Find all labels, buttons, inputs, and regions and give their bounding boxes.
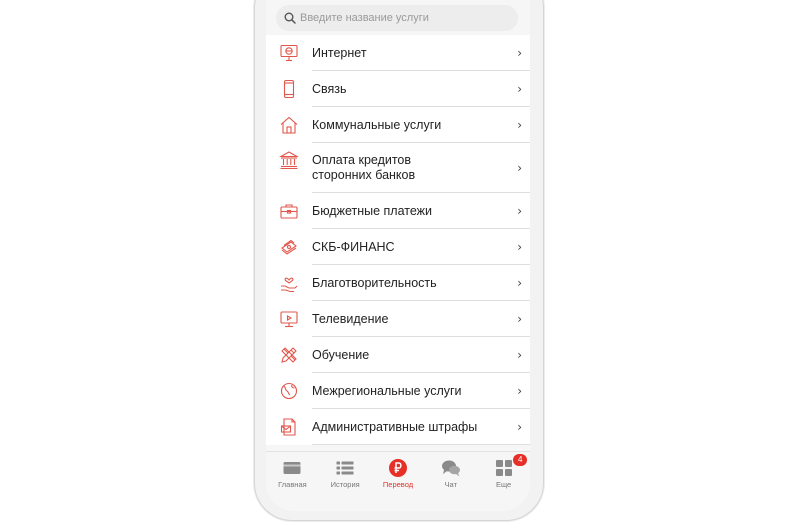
service-label: Телевидение xyxy=(312,311,389,326)
service-administrative-fines[interactable]: Административные штрафы › xyxy=(266,409,530,445)
tab-home[interactable]: Главная xyxy=(266,452,319,511)
service-label: Межрегиональные услуги xyxy=(312,383,462,398)
search-input[interactable] xyxy=(300,12,510,24)
tab-transfer[interactable]: Перевод xyxy=(372,452,425,511)
tab-label: История xyxy=(330,480,360,489)
chevron-right-icon: › xyxy=(517,348,522,362)
service-label: Связь xyxy=(312,81,347,96)
chevron-right-icon: › xyxy=(517,46,522,60)
tab-history[interactable]: История xyxy=(319,452,372,511)
services-list: Интернет › Связь › Коммунальные услуги ›… xyxy=(266,35,530,445)
fine-document-icon xyxy=(278,416,300,438)
service-communication[interactable]: Связь › xyxy=(266,71,530,107)
notification-badge: 4 xyxy=(513,454,528,466)
chevron-right-icon: › xyxy=(517,161,522,175)
tv-icon xyxy=(278,308,300,330)
service-skb-finance[interactable]: СКБ-ФИНАНС › xyxy=(266,229,530,265)
service-label: Интернет xyxy=(312,45,367,60)
tab-more[interactable]: 4 Еще xyxy=(477,452,530,511)
chevron-right-icon: › xyxy=(517,312,522,326)
service-label: Коммунальные услуги xyxy=(312,117,442,132)
globe-icon xyxy=(278,380,300,402)
chevron-right-icon: › xyxy=(517,240,522,254)
tab-label: Чат xyxy=(444,480,458,489)
service-label: Бюджетные платежи xyxy=(312,203,433,218)
service-internet[interactable]: Интернет › xyxy=(266,35,530,71)
monitor-globe-icon xyxy=(278,42,300,64)
chevron-right-icon: › xyxy=(517,276,522,290)
ruble-icon xyxy=(388,459,407,477)
service-third-party-loans[interactable]: Оплата кредитов сторонних банков › xyxy=(266,143,530,193)
chevron-right-icon: › xyxy=(517,82,522,96)
search-icon xyxy=(284,12,296,24)
service-label: Благотворительность xyxy=(312,275,437,290)
tab-chat[interactable]: Чат xyxy=(424,452,477,511)
phone-frame: Интернет › Связь › xyxy=(254,0,544,521)
money-stack-icon xyxy=(278,236,300,258)
chevron-right-icon: › xyxy=(517,204,522,218)
service-budget-payments[interactable]: Бюджетные платежи › xyxy=(266,193,530,229)
payments-screen: Интернет › Связь › xyxy=(266,0,530,511)
card-icon xyxy=(283,462,301,474)
house-icon xyxy=(278,114,300,136)
grid-icon xyxy=(495,460,512,476)
tab-bar: Главная История Перевод Чат 4 Еще xyxy=(266,451,530,511)
service-interregional[interactable]: Межрегиональные услуги › xyxy=(266,373,530,409)
service-label: Обучение xyxy=(312,347,370,362)
chevron-right-icon: › xyxy=(517,118,522,132)
service-television[interactable]: Телевидение › xyxy=(266,301,530,337)
service-label: Оплата кредитов сторонних банков xyxy=(312,153,416,182)
bank-building-icon xyxy=(278,149,300,171)
list-icon xyxy=(336,461,354,475)
pencil-ruler-icon xyxy=(278,344,300,366)
tab-label: Перевод xyxy=(382,480,414,489)
service-label: Административные штрафы xyxy=(312,419,478,434)
service-education[interactable]: Обучение › xyxy=(266,337,530,373)
tab-label: Еще xyxy=(495,480,512,489)
service-utilities[interactable]: Коммунальные услуги › xyxy=(266,107,530,143)
smartphone-icon xyxy=(278,78,300,100)
charity-hand-icon xyxy=(278,272,300,294)
chevron-right-icon: › xyxy=(517,384,522,398)
chevron-right-icon: › xyxy=(517,420,522,434)
search-bar[interactable] xyxy=(276,5,518,31)
service-label: СКБ-ФИНАНС xyxy=(312,239,395,254)
briefcase-icon xyxy=(278,200,300,222)
chat-bubbles-icon xyxy=(441,460,460,477)
service-charity[interactable]: Благотворительность › xyxy=(266,265,530,301)
tab-label: Главная xyxy=(278,480,307,489)
